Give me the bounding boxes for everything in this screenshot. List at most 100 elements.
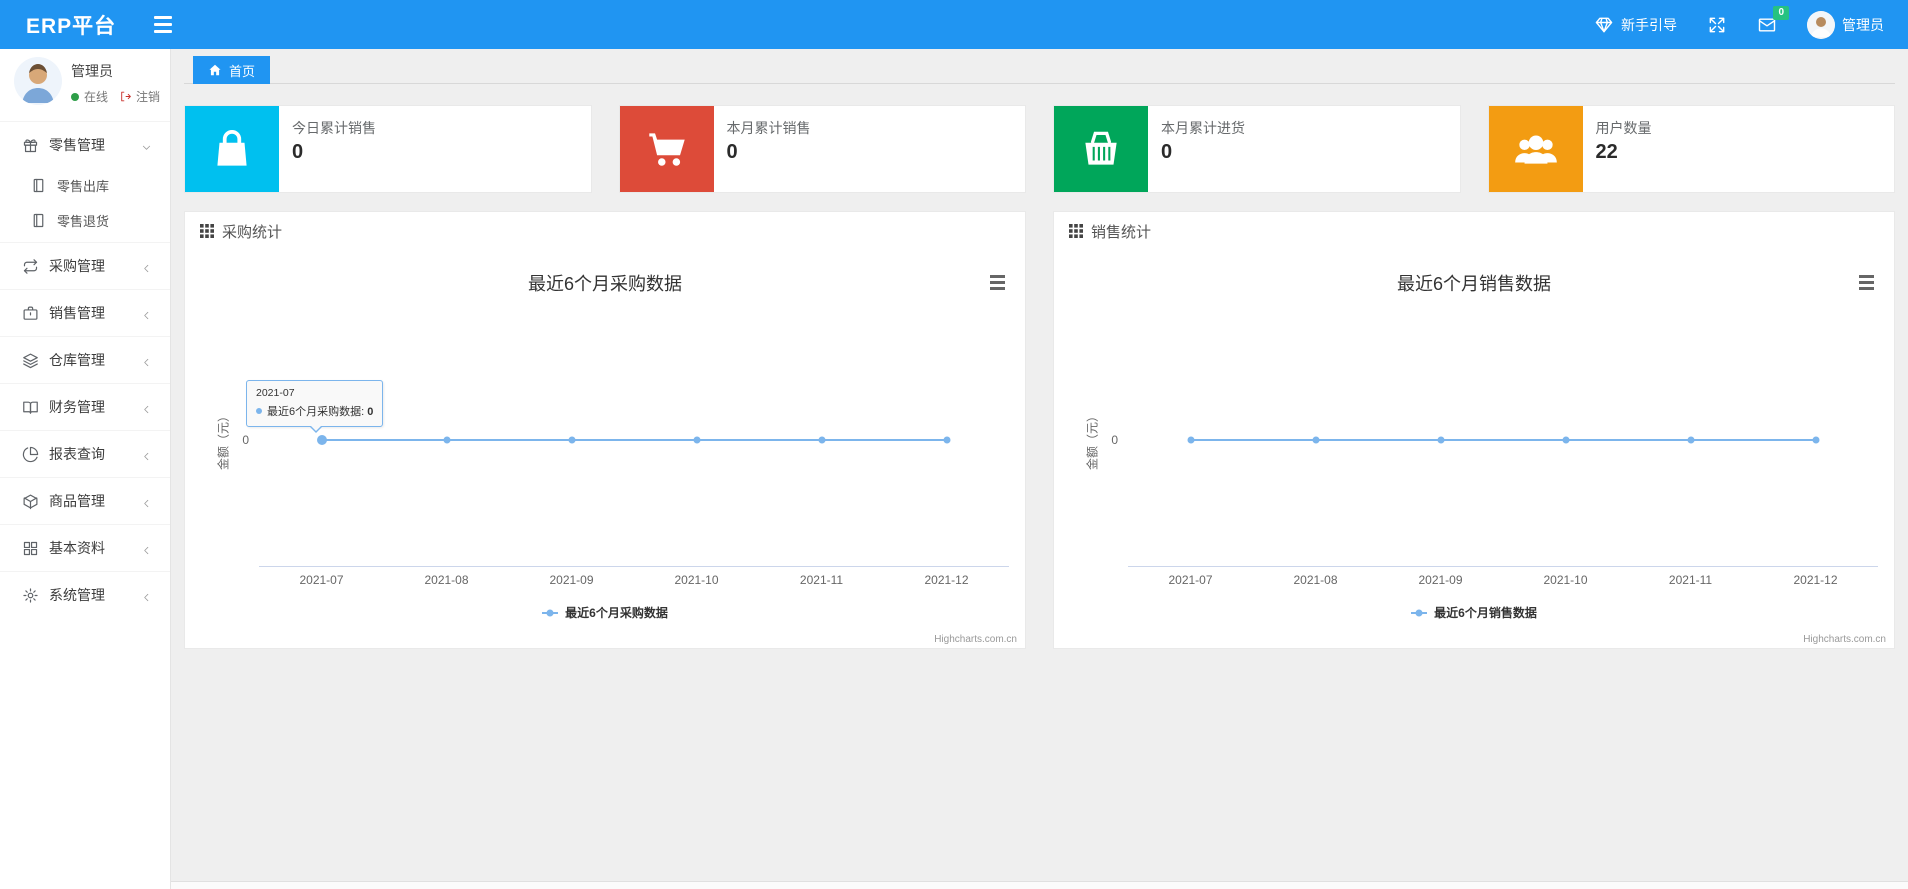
home-icon bbox=[209, 64, 221, 76]
data-point-marker[interactable] bbox=[443, 436, 450, 444]
data-point-marker[interactable] bbox=[316, 435, 327, 445]
main-content: 首页 今日累计销售 0 本月累计销售 0 本月累计进货 0 用户数量 22 采购… bbox=[171, 49, 1908, 889]
x-axis-tick-label: 2021-10 bbox=[674, 573, 719, 587]
user-menu[interactable]: 管理员 bbox=[1807, 10, 1884, 39]
chart-credits-link[interactable]: Highcharts.com.cn bbox=[1803, 634, 1886, 645]
tooltip-series-dot bbox=[256, 408, 262, 414]
tab-home[interactable]: 首页 bbox=[193, 56, 271, 84]
stat-card-value: 0 bbox=[726, 141, 738, 163]
stat-card-label: 用户数量 bbox=[1595, 120, 1652, 136]
plot-area bbox=[1128, 312, 1878, 567]
sidebar-item-label: 零售出库 bbox=[57, 179, 110, 194]
pie-chart-icon bbox=[22, 446, 39, 463]
data-point-marker[interactable] bbox=[1687, 436, 1694, 444]
sidebar-item-retail-return[interactable]: 零售退货 bbox=[0, 203, 170, 238]
data-point-marker[interactable] bbox=[693, 436, 700, 444]
sidebar-item-label: 仓库管理 bbox=[49, 352, 105, 368]
basket-icon bbox=[1054, 106, 1148, 192]
sidebar-menu: 零售管理 零售出库 零售退货 采购管理 销售管理 仓库管理 财务管理 报表查询 … bbox=[0, 121, 170, 618]
message-count-badge: 0 bbox=[1773, 5, 1789, 20]
sidebar-toggle-button[interactable] bbox=[154, 16, 173, 33]
sidebar-item-system-management[interactable]: 系统管理 bbox=[0, 572, 170, 618]
fullscreen-icon bbox=[1707, 15, 1727, 35]
guide-button[interactable]: 新手引导 bbox=[1594, 15, 1677, 35]
data-point-marker[interactable] bbox=[943, 436, 950, 444]
chart-title: 最近6个月采购数据 bbox=[527, 274, 682, 294]
gift-icon bbox=[22, 137, 39, 154]
page-footer bbox=[171, 881, 1908, 889]
user-name: 管理员 bbox=[1842, 16, 1884, 33]
th-grid-icon bbox=[1069, 224, 1083, 238]
legend-marker bbox=[542, 611, 559, 614]
legend-item[interactable]: 最近6个月采购数据 bbox=[185, 604, 1025, 621]
stat-card-label: 本月累计销售 bbox=[726, 120, 811, 136]
tab-home-label: 首页 bbox=[229, 63, 256, 79]
sidebar-item-label: 销售管理 bbox=[49, 305, 105, 321]
retail-submenu: 零售出库 零售退货 bbox=[0, 168, 170, 242]
messages-button[interactable]: 0 bbox=[1757, 5, 1789, 35]
data-point-marker[interactable] bbox=[568, 436, 575, 444]
sidebar-item-basic-data[interactable]: 基本资料 bbox=[0, 525, 170, 571]
legend-item[interactable]: 最近6个月销售数据 bbox=[1054, 604, 1894, 621]
stat-card-month-purchases: 本月累计进货 0 bbox=[1053, 105, 1461, 193]
sidebar-user-name: 管理员 bbox=[71, 63, 113, 79]
chart-panels-row: 采购统计 最近6个月采购数据 金额（元） 0 2021-07 2021-08 202… bbox=[184, 211, 1895, 649]
plot-area bbox=[259, 312, 1009, 567]
fullscreen-button[interactable] bbox=[1707, 15, 1727, 35]
panel-header: 销售统计 bbox=[1054, 212, 1894, 250]
navbar-right: 新手引导 0 管理员 bbox=[1594, 5, 1884, 39]
legend-label: 最近6个月采购数据 bbox=[565, 606, 668, 620]
chart-context-menu-button[interactable] bbox=[985, 272, 1009, 292]
x-axis-tick-label: 2021-07 bbox=[299, 573, 344, 587]
purchase-chart: 最近6个月采购数据 金额（元） 0 2021-07 2021-08 2021-09 2… bbox=[185, 250, 1025, 648]
logout-button[interactable]: 注销 bbox=[119, 88, 160, 105]
sales-chart: 最近6个月销售数据 金额（元） 0 2021-07 2021-08 2021-09 2… bbox=[1054, 250, 1894, 648]
chevron-left-icon bbox=[141, 449, 152, 460]
chevron-left-icon bbox=[141, 402, 152, 413]
sidebar-item-label: 商品管理 bbox=[49, 493, 105, 509]
x-axis-labels: 2021-07 2021-08 2021-09 2021-10 2021-11 2021-… bbox=[259, 573, 1009, 589]
sidebar-item-purchase-management[interactable]: 采购管理 bbox=[0, 243, 170, 289]
x-axis-tick-label: 2021-07 bbox=[1168, 573, 1213, 587]
logout-label: 注销 bbox=[136, 90, 161, 104]
stat-card-label: 今日累计销售 bbox=[292, 120, 376, 136]
notebook-icon bbox=[30, 212, 47, 229]
chevron-down-icon bbox=[141, 140, 152, 151]
sidebar-item-report-query[interactable]: 报表查询 bbox=[0, 431, 170, 477]
chevron-left-icon bbox=[141, 308, 152, 319]
data-point-marker[interactable] bbox=[1312, 436, 1319, 444]
sidebar-item-sales-management[interactable]: 销售管理 bbox=[0, 290, 170, 336]
sidebar-item-label: 零售管理 bbox=[49, 137, 105, 153]
panel-header: 采购统计 bbox=[185, 212, 1025, 250]
sidebar-item-finance-management[interactable]: 财务管理 bbox=[0, 384, 170, 430]
x-axis-tick-label: 2021-12 bbox=[924, 573, 969, 587]
sidebar-item-warehouse-management[interactable]: 仓库管理 bbox=[0, 337, 170, 383]
online-status-dot bbox=[71, 92, 79, 101]
data-point-marker[interactable] bbox=[818, 436, 825, 444]
sidebar-item-retail-management[interactable]: 零售管理 bbox=[0, 122, 170, 168]
notebook-icon bbox=[30, 177, 47, 194]
data-point-marker[interactable] bbox=[1187, 436, 1194, 444]
cart-icon bbox=[619, 106, 714, 192]
y-axis-tick-label: 0 bbox=[1111, 433, 1118, 447]
data-point-marker[interactable] bbox=[1562, 436, 1569, 444]
sidebar-item-label: 报表查询 bbox=[49, 446, 105, 462]
chart-context-menu-button[interactable] bbox=[1854, 272, 1878, 292]
legend-label: 最近6个月销售数据 bbox=[1434, 606, 1537, 620]
data-point-marker[interactable] bbox=[1812, 436, 1819, 444]
cube-icon bbox=[22, 493, 39, 510]
app-logo: ERP平台 bbox=[26, 14, 117, 38]
sidebar-item-goods-management[interactable]: 商品管理 bbox=[0, 478, 170, 524]
diamond-icon bbox=[1594, 15, 1614, 35]
chevron-left-icon bbox=[141, 261, 152, 272]
briefcase-icon bbox=[22, 305, 39, 322]
x-axis-tick-label: 2021-08 bbox=[424, 573, 469, 587]
chart-credits-link[interactable]: Highcharts.com.cn bbox=[934, 634, 1017, 645]
repeat-icon bbox=[22, 258, 39, 275]
data-point-marker[interactable] bbox=[1437, 436, 1444, 444]
sidebar-user-panel: 管理员 在线 注销 bbox=[0, 49, 170, 115]
sidebar-item-label: 采购管理 bbox=[49, 258, 105, 274]
tab-strip: 首页 bbox=[184, 49, 1895, 84]
sidebar-item-retail-outbound[interactable]: 零售出库 bbox=[0, 168, 170, 203]
sidebar-item-label: 财务管理 bbox=[49, 399, 105, 415]
